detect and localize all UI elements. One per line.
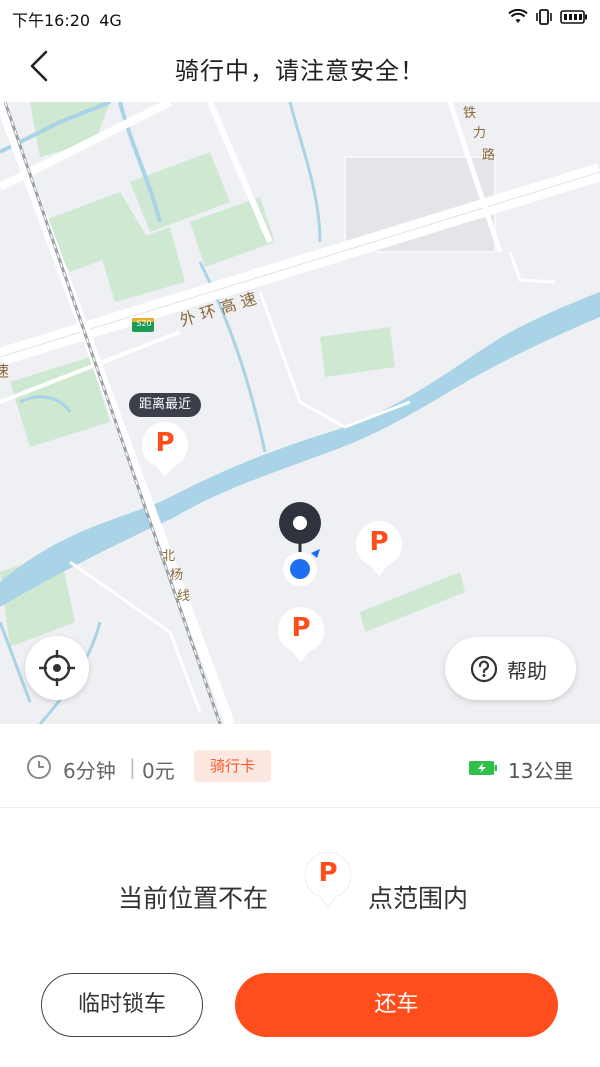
beiyang-line-char-2: 杨 <box>170 568 184 583</box>
beiyang-line-char-1: 北 <box>162 549 176 564</box>
parking-notice: 当前位置不在 P 点范围内 <box>0 808 600 968</box>
tieli-road-char-3: 路 <box>482 148 496 163</box>
nearest-parking-tag: 距离最近 <box>129 393 202 417</box>
status-bar: 下午16:20 4G <box>0 0 600 34</box>
parking-letter: P <box>369 527 389 557</box>
return-bike-button[interactable]: 还车 <box>235 973 558 1037</box>
tieli-road-char-2: 力 <box>473 126 487 141</box>
parking-pin-nearest[interactable]: P <box>142 422 188 478</box>
ride-info-bar: 6分钟 | 0元 骑行卡 13公里 <box>0 724 600 808</box>
header: 骑行中，请注意安全！ <box>0 34 600 102</box>
battery-range: 13公里 <box>508 759 574 783</box>
status-time: 下午16:20 4G <box>12 7 122 31</box>
help-label: 帮助 <box>507 659 547 683</box>
notice-parking-pin: P <box>304 851 352 908</box>
vibrate-icon <box>536 9 552 25</box>
locate-button[interactable] <box>25 636 89 700</box>
battery-charge-icon <box>469 761 497 775</box>
ride-duration: 6分钟 <box>63 759 116 783</box>
status-clock: 下午16:20 <box>12 11 91 30</box>
clock-icon <box>27 755 51 779</box>
ride-separator: | <box>129 755 136 779</box>
parking-letter: P <box>155 428 175 458</box>
beiyang-line-char-3: 线 <box>177 589 191 604</box>
status-network: 4G <box>99 11 122 30</box>
status-icons <box>508 7 588 27</box>
wifi-icon <box>508 9 528 23</box>
question-circle-icon <box>470 655 498 683</box>
notice-text-before: 当前位置不在 <box>118 884 269 913</box>
user-location-icon <box>283 549 320 586</box>
parking-letter: P <box>291 613 311 643</box>
notice-text-after: 点范围内 <box>368 884 469 913</box>
highway-shield-label: S20 <box>136 319 152 328</box>
battery-icon <box>560 10 587 24</box>
map-view[interactable]: 外 环 高 速 速 S20 铁 力 路 北 杨 线 距离最近 P P P 帮助 <box>0 102 600 724</box>
parking-pin[interactable]: P <box>278 607 324 663</box>
parking-letter: P <box>318 858 338 888</box>
temp-lock-button[interactable]: 临时锁车 <box>41 973 203 1037</box>
ride-card-badge[interactable]: 骑行卡 <box>194 750 272 782</box>
crosshair-icon <box>39 650 75 686</box>
ride-cost: 0元 <box>142 759 175 783</box>
parking-pin[interactable]: P <box>356 521 402 577</box>
tieli-road-char-1: 铁 <box>463 106 477 121</box>
help-button[interactable]: 帮助 <box>445 637 576 700</box>
highway-label-edge: 速 <box>0 362 10 380</box>
page-title: 骑行中，请注意安全！ <box>175 57 425 85</box>
